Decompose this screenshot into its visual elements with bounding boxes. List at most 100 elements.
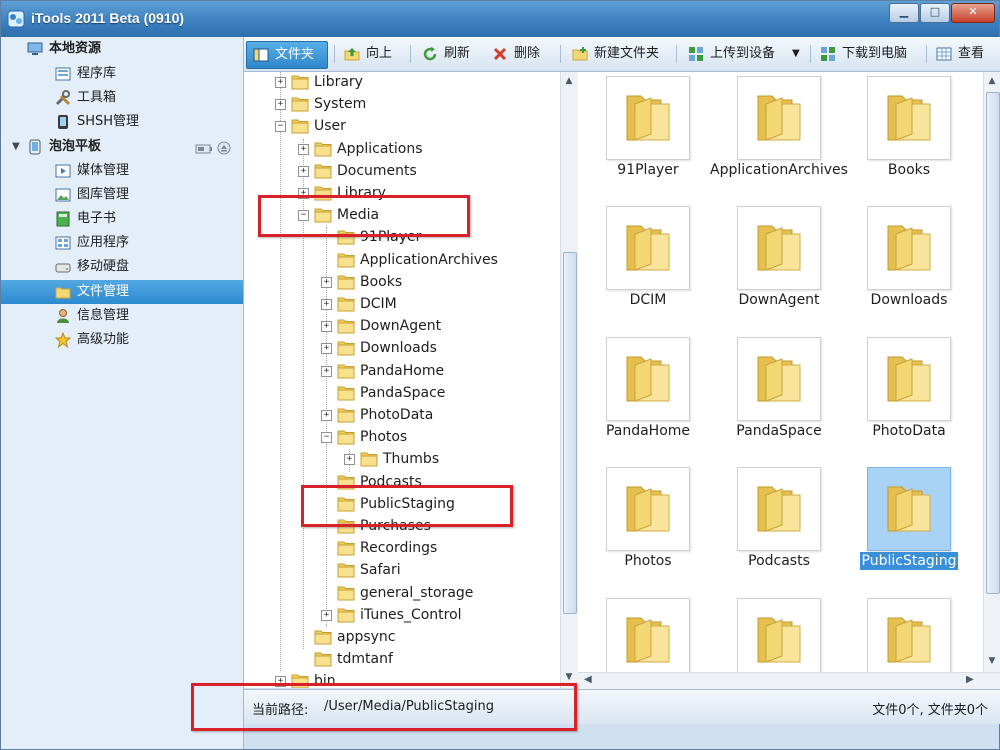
expand-node-icon[interactable]: + [321,410,332,421]
folder-tile[interactable]: DCIM [578,204,708,329]
tree-node[interactable]: + Library [244,72,564,93]
expand-node-icon[interactable]: + [321,343,332,355]
grid-scroll-thumb[interactable] [986,92,1000,594]
collapse-node-icon[interactable]: − [275,121,286,133]
folder-thumbnail [606,598,690,682]
minimize-button[interactable]: ▁ [889,3,919,23]
expand-node-icon[interactable]: + [298,165,309,177]
sidebar-item-advanced[interactable]: 高级功能 [1,328,243,352]
folder-view-button[interactable]: 文件夹 [246,41,328,69]
tree-node[interactable]: + DCIM [244,293,564,315]
folder-tile-label: DCIM [578,292,718,308]
folder-icon [291,117,309,134]
new-folder-button[interactable]: 新建文件夹 [566,41,670,67]
tree-node[interactable]: Safari [244,559,564,581]
tree-node[interactable]: + System [244,93,564,115]
sidebar-item-ebook[interactable]: 电子书 [1,207,243,231]
sidebar-group-local[interactable]: 本地资源 [1,37,243,61]
tree-node[interactable]: + Applications [244,138,564,160]
sidebar-item-shsh[interactable]: SHSH管理 [1,110,243,134]
tree-node[interactable]: appsync [244,626,564,648]
sidebar-item-library[interactable]: 程序库 [1,62,243,86]
chevron-down-icon[interactable]: ▼ [792,41,800,67]
collapse-node-icon[interactable]: − [321,432,332,444]
tree-node[interactable]: Recordings [244,537,564,559]
annotation-box-path [191,683,577,731]
expand-node-icon[interactable]: + [275,77,286,88]
maximize-button[interactable]: □ [920,3,950,23]
collapse-arrow-icon[interactable]: ▼ [12,135,20,159]
scroll-down-arrow-icon[interactable]: ▼ [563,670,575,684]
sidebar-item-media[interactable]: 媒体管理 [1,159,243,183]
tree-node[interactable]: + PandaHome [244,360,564,382]
tree-node[interactable]: PandaSpace [244,382,564,404]
battery-icon[interactable] [195,143,213,155]
folder-tile[interactable]: PandaHome [578,335,708,460]
sidebar-item-files[interactable]: 文件管理 [1,280,243,304]
expand-node-icon[interactable]: + [298,143,309,155]
grid-horizontal-scrollbar[interactable]: ◀ ▶ [578,672,1000,689]
tree-node[interactable]: + Books [244,271,564,293]
tree-node[interactable]: + Downloads [244,337,564,359]
expand-node-icon[interactable]: + [321,299,332,310]
expand-node-icon[interactable]: + [321,276,332,288]
expand-node-icon[interactable]: + [344,454,355,466]
expand-node-icon[interactable]: + [275,99,286,111]
tree-node-label: Applications [337,140,423,157]
expand-node-icon[interactable]: + [321,609,332,621]
tree-node[interactable]: + PhotoData [244,404,564,426]
tree-vertical-scrollbar[interactable]: ▲ ▼ [560,72,578,688]
close-button[interactable]: ✕ [951,3,995,23]
tree-scroll-thumb[interactable] [563,252,577,614]
tree-node[interactable]: + iTunes_Control [244,604,564,626]
sidebar-group-device[interactable]: ▼ 泡泡平板 [1,135,243,159]
folder-tile[interactable]: Podcasts [709,465,839,590]
folder-name: PandaSpace [736,423,822,439]
sidebar-item-toolbox[interactable]: 工具箱 [1,86,243,110]
tree-node[interactable]: − Photos [244,426,564,448]
scroll-right-arrow-icon[interactable]: ▶ [966,674,974,685]
folder-tile[interactable]: PublicStaging [839,465,969,590]
sidebar-item-apps[interactable]: 应用程序 [1,231,243,255]
scroll-left-arrow-icon[interactable]: ◀ [584,674,592,685]
tree-node[interactable]: − User [244,115,564,137]
tree-node[interactable]: + DownAgent [244,315,564,337]
expand-node-icon[interactable]: + [321,321,332,333]
download-to-pc-button[interactable]: 下载到电脑 [814,41,920,67]
tree-node[interactable]: + Thumbs [244,448,564,470]
tree-node[interactable]: ApplicationArchives [244,249,564,271]
folder-icon [337,362,355,379]
scroll-up-arrow-icon[interactable]: ▲ [563,74,575,88]
tree-node[interactable]: general_storage [244,582,564,604]
folder-tile-label: PandaHome [578,423,718,439]
view-button[interactable]: 查看 [930,41,1000,67]
expand-node-icon[interactable]: + [321,365,332,377]
folder-tile[interactable]: PhotoData [839,335,969,460]
sidebar-item-gallery[interactable]: 图库管理 [1,183,243,207]
refresh-button[interactable]: 刷新 [416,41,482,67]
scroll-down-arrow-icon[interactable]: ▼ [986,654,998,668]
tree-node-label: Downloads [360,340,437,357]
folder-icon [337,339,355,356]
upload-to-device-button[interactable]: 上传到设备 ▼ [682,41,806,67]
folder-icon [291,95,309,112]
folder-grid: 91Player ApplicationArchives Books DCIM Down… [578,72,1000,688]
sidebar-item-contacts[interactable]: 信息管理 [1,304,243,328]
folder-tile[interactable]: PandaSpace [709,335,839,460]
folder-tile[interactable]: Books [839,74,969,199]
eject-icon[interactable] [217,141,231,155]
grid-vertical-scrollbar[interactable]: ▲ ▼ [983,72,1000,672]
tablet-icon [29,139,41,155]
folder-tile[interactable]: 91Player [578,74,708,199]
sidebar-item-storage[interactable]: 移动硬盘 [1,255,243,279]
tree-node[interactable]: + Documents [244,160,564,182]
scroll-up-arrow-icon[interactable]: ▲ [986,74,998,88]
folder-tile[interactable]: ApplicationArchives [709,74,848,199]
folder-tile[interactable]: DownAgent [709,204,839,329]
delete-button[interactable]: 删除 [486,41,552,67]
tree-node[interactable]: tdmtanf [244,648,564,670]
folder-tile[interactable]: Photos [578,465,708,590]
up-button[interactable]: 向上 [338,41,400,67]
folder-tile[interactable]: Downloads [839,204,969,329]
sidebar-item-label: 媒体管理 [77,163,130,178]
